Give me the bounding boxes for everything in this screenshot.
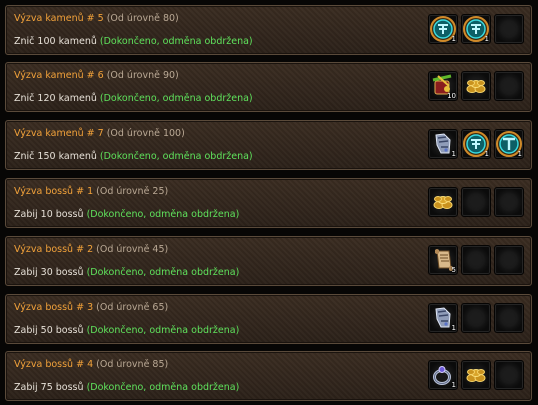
challenge-status: (Dokončeno, odměna obdržena) bbox=[86, 382, 240, 393]
reward-slot[interactable]: 1 bbox=[428, 14, 458, 44]
challenge-task: Znič 120 kamenů bbox=[14, 93, 97, 104]
challenge-name: Výzva bossů # 2 bbox=[14, 244, 94, 255]
reward-slot[interactable] bbox=[461, 71, 491, 101]
challenge-description: Zabij 10 bossů (Dokončeno, odměna obdrže… bbox=[14, 209, 239, 221]
challenge-title: Výzva kamenů # 7 (Od úrovně 100) bbox=[14, 128, 185, 140]
challenge-description: Znič 100 kamenů (Dokončeno, odměna obdrž… bbox=[14, 36, 253, 48]
challenge-row: Výzva bossů # 3 (Od úrovně 65) Zabij 50 … bbox=[5, 294, 532, 344]
empty-reward-slot bbox=[461, 245, 491, 275]
challenge-title: Výzva bossů # 1 (Od úrovně 25) bbox=[14, 186, 168, 198]
reward-slot[interactable]: 10 bbox=[428, 71, 458, 101]
reward-slots: 5 bbox=[428, 245, 524, 275]
reward-quantity: 1 bbox=[484, 150, 489, 158]
reward-slots bbox=[428, 187, 524, 217]
challenge-task: Zabij 50 bossů bbox=[14, 325, 84, 336]
reward-slots: 10 bbox=[428, 71, 524, 101]
challenge-level: (Od úrovně 85) bbox=[96, 359, 169, 370]
reward-slot[interactable]: 1 bbox=[428, 303, 458, 333]
reward-slot[interactable]: 1 bbox=[461, 129, 491, 159]
challenge-task: Zabij 75 bossů bbox=[14, 382, 84, 393]
reward-quantity: 1 bbox=[451, 324, 456, 332]
reward-quantity: 1 bbox=[484, 35, 489, 43]
reward-quantity: 1 bbox=[451, 381, 456, 389]
challenge-status: (Dokončeno, odměna obdržena) bbox=[99, 151, 253, 162]
empty-reward-slot bbox=[494, 14, 524, 44]
challenge-row: Výzva bossů # 1 (Od úrovně 25) Zabij 10 … bbox=[5, 178, 532, 228]
challenge-level: (Od úrovně 80) bbox=[106, 13, 179, 24]
challenge-title: Výzva bossů # 3 (Od úrovně 65) bbox=[14, 302, 168, 314]
reward-slot[interactable] bbox=[428, 187, 458, 217]
reward-quantity: 1 bbox=[451, 150, 456, 158]
challenge-title: Výzva bossů # 4 (Od úrovně 85) bbox=[14, 359, 168, 371]
challenge-title: Výzva kamenů # 6 (Od úrovně 90) bbox=[14, 70, 179, 82]
challenge-level: (Od úrovně 65) bbox=[96, 302, 169, 313]
reward-slot[interactable] bbox=[461, 360, 491, 390]
empty-reward-slot bbox=[494, 71, 524, 101]
reward-quantity: 10 bbox=[447, 92, 456, 100]
challenge-row: Výzva kamenů # 6 (Od úrovně 90) Znič 120… bbox=[5, 62, 532, 112]
empty-reward-slot bbox=[461, 187, 491, 217]
reward-quantity: 1 bbox=[451, 35, 456, 43]
challenge-name: Výzva bossů # 4 bbox=[14, 359, 94, 370]
challenge-task: Znič 100 kamenů bbox=[14, 36, 97, 47]
challenge-status: (Dokončeno, odměna obdržena) bbox=[99, 93, 253, 104]
challenge-row: Výzva bossů # 4 (Od úrovně 85) Zabij 75 … bbox=[5, 351, 532, 401]
reward-slot[interactable]: 1 bbox=[461, 14, 491, 44]
reward-quantity: 1 bbox=[517, 150, 522, 158]
empty-reward-slot bbox=[461, 303, 491, 333]
challenge-task: Znič 150 kamenů bbox=[14, 151, 97, 162]
challenge-task: Zabij 30 bossů bbox=[14, 267, 84, 278]
challenge-name: Výzva kamenů # 6 bbox=[14, 70, 104, 81]
empty-reward-slot bbox=[494, 303, 524, 333]
challenge-row: Výzva kamenů # 7 (Od úrovně 100) Znič 15… bbox=[5, 120, 532, 170]
challenge-status: (Dokončeno, odměna obdržena) bbox=[86, 325, 240, 336]
reward-slots: 1 1 1 bbox=[428, 129, 524, 159]
challenge-name: Výzva kamenů # 7 bbox=[14, 128, 104, 139]
challenge-name: Výzva bossů # 3 bbox=[14, 302, 94, 313]
empty-reward-slot bbox=[494, 187, 524, 217]
challenge-title: Výzva kamenů # 5 (Od úrovně 80) bbox=[14, 13, 179, 25]
challenge-status: (Dokončeno, odměna obdržena) bbox=[86, 209, 240, 220]
challenge-description: Zabij 30 bossů (Dokončeno, odměna obdrže… bbox=[14, 267, 239, 279]
reward-slots: 1 bbox=[428, 303, 524, 333]
reward-slot[interactable]: 5 bbox=[428, 245, 458, 275]
challenge-task: Zabij 10 bossů bbox=[14, 209, 84, 220]
challenge-level: (Od úrovně 90) bbox=[106, 70, 179, 81]
challenge-level: (Od úrovně 25) bbox=[96, 186, 169, 197]
challenge-description: Znič 150 kamenů (Dokončeno, odměna obdrž… bbox=[14, 151, 253, 163]
reward-slot[interactable]: 1 bbox=[428, 129, 458, 159]
reward-slot[interactable]: 1 bbox=[494, 129, 524, 159]
empty-reward-slot bbox=[494, 360, 524, 390]
challenge-title: Výzva bossů # 2 (Od úrovně 45) bbox=[14, 244, 168, 256]
challenge-list: Výzva kamenů # 5 (Od úrovně 80) Znič 100… bbox=[0, 0, 538, 405]
reward-quantity: 5 bbox=[451, 266, 456, 274]
challenge-name: Výzva bossů # 1 bbox=[14, 186, 94, 197]
challenge-level: (Od úrovně 45) bbox=[96, 244, 169, 255]
challenge-status: (Dokončeno, odměna obdržena) bbox=[86, 267, 240, 278]
challenge-description: Zabij 50 bossů (Dokončeno, odměna obdrže… bbox=[14, 325, 239, 337]
challenge-description: Zabij 75 bossů (Dokončeno, odměna obdrže… bbox=[14, 382, 239, 394]
challenge-row: Výzva kamenů # 5 (Od úrovně 80) Znič 100… bbox=[5, 5, 532, 55]
challenge-row: Výzva bossů # 2 (Od úrovně 45) Zabij 30 … bbox=[5, 236, 532, 286]
challenge-level: (Od úrovně 100) bbox=[106, 128, 185, 139]
challenge-description: Znič 120 kamenů (Dokončeno, odměna obdrž… bbox=[14, 93, 253, 105]
reward-slots: 1 1 bbox=[428, 14, 524, 44]
challenge-status: (Dokončeno, odměna obdržena) bbox=[99, 36, 253, 47]
reward-slot[interactable]: 1 bbox=[428, 360, 458, 390]
reward-slots: 1 bbox=[428, 360, 524, 390]
empty-reward-slot bbox=[494, 245, 524, 275]
challenge-name: Výzva kamenů # 5 bbox=[14, 13, 104, 24]
